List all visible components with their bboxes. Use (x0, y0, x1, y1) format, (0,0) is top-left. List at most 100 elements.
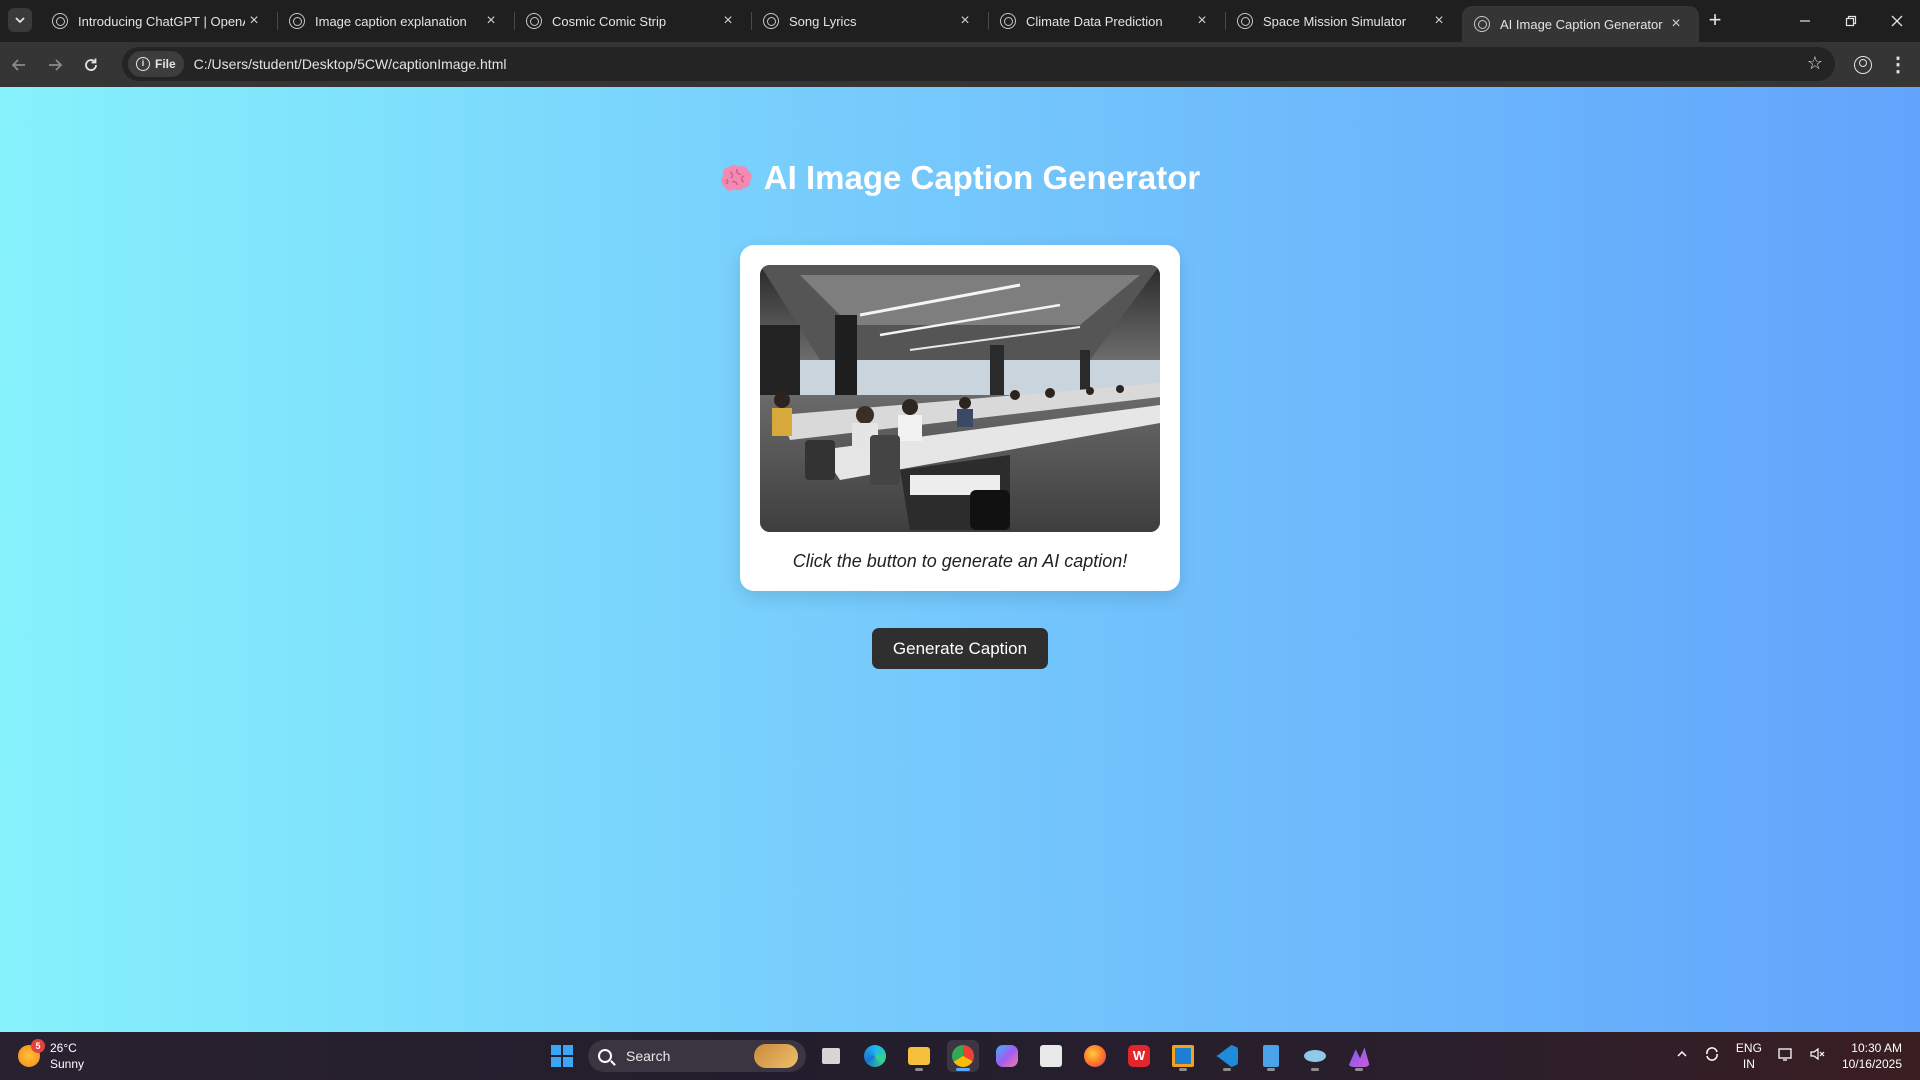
taskbar: 5 26°C Sunny Search W ENG IN 10:30 AM 10… (0, 1032, 1920, 1080)
weather-text: 26°C Sunny (50, 1040, 84, 1072)
sun-icon: 5 (18, 1039, 45, 1067)
office-photo (760, 265, 1160, 532)
app-blue-icon[interactable] (1299, 1040, 1331, 1072)
file-explorer-icon[interactable] (903, 1040, 935, 1072)
site-chip-label: File (155, 57, 176, 71)
tab-list: Introducing ChatGPT | OpenAI × Image cap… (40, 0, 1699, 42)
weather-temp: 26°C (50, 1041, 77, 1055)
tab-search-button[interactable] (8, 8, 32, 32)
profile-icon (1854, 56, 1872, 74)
back-button[interactable] (2, 48, 36, 82)
language-line1: ENG (1735, 1041, 1762, 1055)
globe-icon (526, 13, 542, 29)
close-icon[interactable]: × (1193, 12, 1211, 30)
window-controls (1782, 0, 1920, 42)
search-highlight-icon (754, 1044, 798, 1068)
tab-3[interactable]: Song Lyrics × (751, 0, 988, 42)
tab-2[interactable]: Cosmic Comic Strip × (514, 0, 751, 42)
close-icon[interactable]: × (1667, 15, 1685, 33)
notepad-icon[interactable] (1255, 1040, 1287, 1072)
bookmark-star-icon[interactable]: ☆ (1807, 53, 1823, 74)
close-window-button[interactable] (1874, 0, 1920, 42)
language-indicator[interactable]: ENG IN (1736, 1040, 1762, 1072)
search-icon (598, 1049, 612, 1063)
weather-condition: Sunny (50, 1057, 85, 1071)
caption-text: Click the button to generate an AI capti… (792, 551, 1128, 571)
tab-5[interactable]: Space Mission Simulator × (1225, 0, 1462, 42)
tab-title: Image caption explanation (315, 13, 467, 29)
favicon-icon (289, 13, 305, 29)
tab-strip: Introducing ChatGPT | OpenAI × Image cap… (0, 0, 1920, 42)
restore-button[interactable] (1828, 0, 1874, 42)
caption-card: Click the button to generate an AI capti… (740, 245, 1180, 591)
copilot-icon[interactable] (991, 1040, 1023, 1072)
close-icon[interactable]: × (245, 12, 263, 30)
minimize-icon (1800, 20, 1810, 22)
close-icon (1891, 15, 1903, 27)
page-title-text: AI Image Caption Generator (763, 159, 1201, 196)
edge-icon[interactable] (859, 1040, 891, 1072)
back-arrow-icon (11, 58, 25, 71)
close-icon[interactable]: × (1430, 12, 1448, 30)
globe-icon (1237, 13, 1253, 29)
task-view-icon[interactable] (815, 1040, 847, 1072)
close-icon[interactable]: × (719, 12, 737, 30)
remote-desktop-icon[interactable] (1167, 1040, 1199, 1072)
network-icon[interactable] (1778, 1047, 1794, 1065)
reload-button[interactable] (74, 48, 108, 82)
close-icon[interactable]: × (956, 12, 974, 30)
weather-widget[interactable]: 5 26°C Sunny (18, 1039, 84, 1072)
office-photo-illustration (760, 265, 1160, 532)
tab-title: Climate Data Prediction (1026, 13, 1163, 29)
system-tray: ENG IN 10:30 AM 10/16/2025 (1676, 1032, 1920, 1080)
chevron-up-icon[interactable] (1676, 1048, 1688, 1064)
generate-caption-button[interactable]: Generate Caption (872, 628, 1048, 669)
globe-icon (1474, 16, 1490, 32)
tab-title: Space Mission Simulator (1263, 13, 1407, 29)
more-menu-icon[interactable]: ⋮ (1883, 50, 1913, 80)
tab-title: Song Lyrics (789, 13, 857, 29)
close-icon[interactable]: × (482, 12, 500, 30)
favicon-icon (52, 13, 68, 29)
chevron-down-icon (15, 17, 25, 24)
forward-arrow-icon (49, 58, 63, 71)
globe-icon (763, 13, 779, 29)
windows-start-icon[interactable] (551, 1045, 573, 1067)
globe-icon (1000, 13, 1016, 29)
restore-icon (1845, 15, 1857, 27)
tab-1[interactable]: Image caption explanation × (277, 0, 514, 42)
store-icon[interactable] (1035, 1040, 1067, 1072)
clock-date: 10/16/2025 (1841, 1057, 1902, 1071)
minimize-button[interactable] (1782, 0, 1828, 42)
app-purple-icon[interactable] (1343, 1040, 1375, 1072)
tab-title: AI Image Caption Generator (1500, 16, 1663, 32)
search-label: Search (626, 1048, 671, 1064)
page-title: AI Image Caption Generator (0, 159, 1920, 197)
notification-badge: 5 (31, 1039, 45, 1053)
info-icon: i (136, 57, 150, 71)
tab-0[interactable]: Introducing ChatGPT | OpenAI × (40, 0, 277, 42)
language-line2: IN (1742, 1057, 1755, 1071)
new-tab-button[interactable]: + (1702, 8, 1728, 34)
address-bar[interactable]: i File C:/Users/student/Desktop/5CW/capt… (122, 47, 1835, 81)
brain-icon (721, 165, 752, 191)
tab-title: Introducing ChatGPT | OpenAI (78, 13, 245, 29)
taskbar-search[interactable]: Search (588, 1040, 806, 1072)
tab-4[interactable]: Climate Data Prediction × (988, 0, 1225, 42)
page-content: AI Image Caption Generator Click the but… (0, 87, 1920, 1032)
chrome-icon[interactable] (947, 1040, 979, 1072)
vscode-icon[interactable] (1211, 1040, 1243, 1072)
wps-office-icon[interactable]: W (1123, 1040, 1155, 1072)
forward-button[interactable] (38, 48, 72, 82)
reload-icon (85, 58, 97, 71)
tab-6-active[interactable]: AI Image Caption Generator × (1462, 6, 1699, 42)
url-text[interactable]: C:/Users/student/Desktop/5CW/captionImag… (194, 56, 507, 72)
sync-icon[interactable] (1704, 1046, 1720, 1066)
browser-toolbar: i File C:/Users/student/Desktop/5CW/capt… (0, 42, 1920, 87)
firefox-icon[interactable] (1079, 1040, 1111, 1072)
site-info-chip[interactable]: i File (128, 51, 184, 77)
profile-button[interactable] (1848, 50, 1878, 80)
clock-time: 10:30 AM (1851, 1041, 1902, 1055)
volume-muted-icon[interactable] (1810, 1047, 1826, 1065)
clock[interactable]: 10:30 AM 10/16/2025 (1842, 1040, 1902, 1072)
